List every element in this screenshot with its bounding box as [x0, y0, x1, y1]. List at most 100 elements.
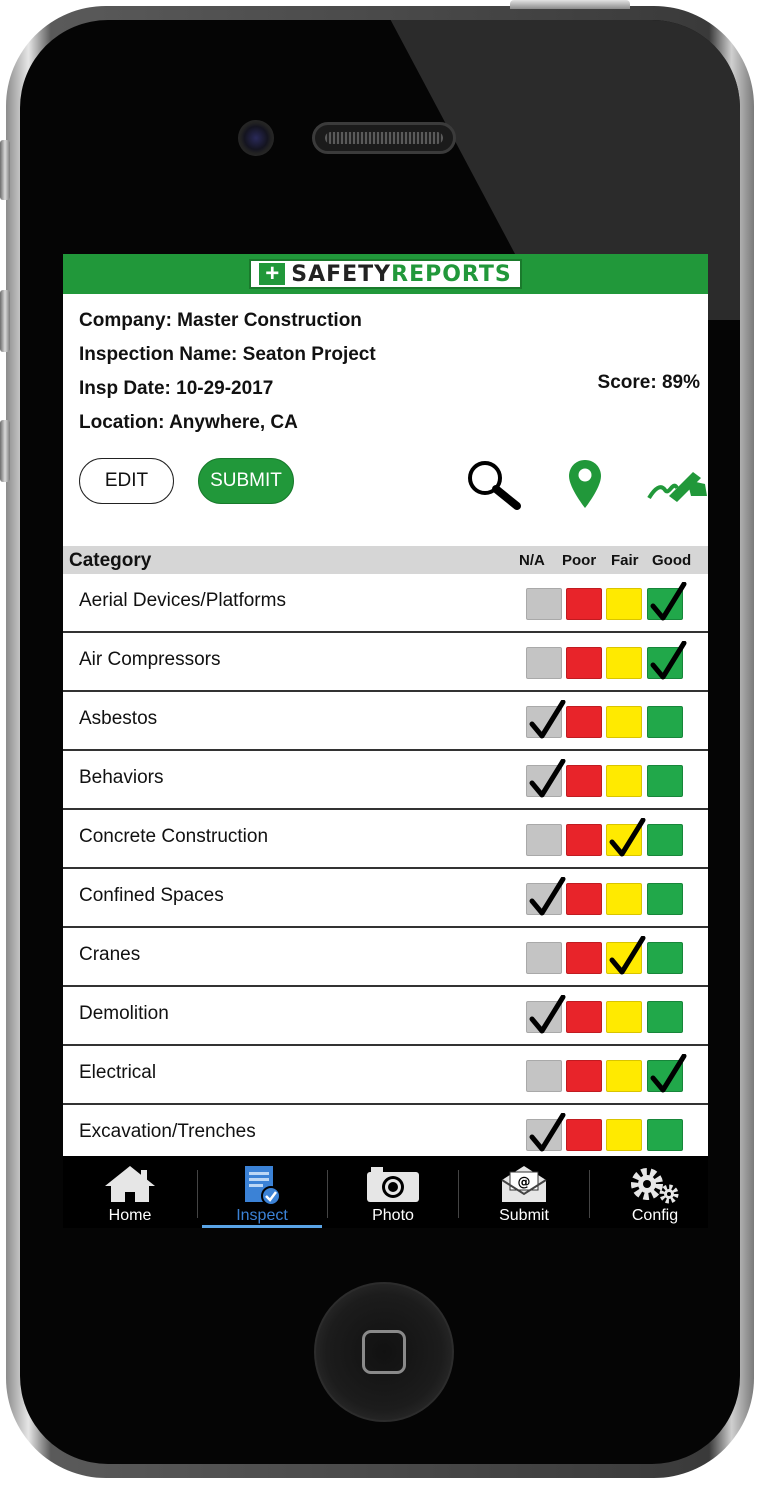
category-header: Category N/A Poor Fair Good	[63, 546, 708, 574]
rating-fair-checkbox[interactable]	[606, 883, 642, 915]
signature-icon[interactable]	[647, 466, 708, 502]
rating-fair-checkbox[interactable]	[606, 1119, 642, 1151]
checkmark-icon	[529, 700, 566, 739]
rating-fair-checkbox[interactable]	[606, 818, 646, 857]
rating-na-checkbox[interactable]	[526, 700, 566, 739]
rating-poor-checkbox[interactable]	[566, 1060, 602, 1092]
checkmark-icon	[650, 641, 687, 680]
gears-icon	[631, 1168, 679, 1204]
action-bar: EDIT SUBMIT	[79, 458, 708, 510]
search-icon[interactable]	[463, 460, 525, 510]
rating-good-checkbox[interactable]	[647, 641, 687, 680]
tab-photo[interactable]: Photo	[328, 1156, 458, 1228]
rating-good-checkbox[interactable]	[647, 1054, 687, 1093]
location-line: Location: Anywhere, CA	[79, 412, 298, 433]
rating-poor-checkbox[interactable]	[566, 883, 602, 915]
col-poor: Poor	[562, 552, 597, 569]
category-row: Air Compressors	[63, 633, 708, 692]
checkmark-icon	[609, 936, 646, 975]
rating-poor-checkbox[interactable]	[566, 1119, 602, 1151]
category-label: Demolition	[79, 1003, 169, 1024]
rating-good-checkbox[interactable]	[647, 1001, 683, 1033]
rating-fair-checkbox[interactable]	[606, 588, 642, 620]
envelope-icon: @	[501, 1166, 547, 1202]
rating-fair-checkbox[interactable]	[606, 765, 642, 797]
logo-text-safety: SAFETY	[291, 261, 392, 287]
tab-config[interactable]: Config	[590, 1156, 708, 1228]
app-header: + SAFETYREPORTS	[63, 254, 708, 294]
checkmark-icon	[529, 1113, 566, 1152]
home-hardware-button[interactable]	[314, 1282, 454, 1422]
rating-na-checkbox[interactable]	[526, 824, 562, 856]
rating-poor-checkbox[interactable]	[566, 765, 602, 797]
inspection-info: Company: Master Construction Inspection …	[63, 294, 708, 440]
home-square-icon	[362, 1330, 406, 1374]
volume-down-button	[0, 420, 10, 482]
tab-submit[interactable]: @ Submit	[459, 1156, 589, 1228]
inspection-name-line: Inspection Name: Seaton Project	[79, 344, 376, 365]
category-title: Category	[69, 550, 152, 571]
rating-na-checkbox[interactable]	[526, 588, 562, 620]
category-row: Concrete Construction	[63, 810, 708, 869]
rating-na-checkbox[interactable]	[526, 1060, 562, 1092]
category-label: Electrical	[79, 1062, 157, 1083]
rating-poor-checkbox[interactable]	[566, 647, 602, 679]
camera-icon	[367, 1167, 419, 1202]
submit-button[interactable]: SUBMIT	[198, 458, 294, 504]
rating-poor-checkbox[interactable]	[566, 706, 602, 738]
category-label: Cranes	[79, 944, 141, 965]
rating-good-checkbox[interactable]	[647, 582, 687, 621]
map-pin-icon[interactable]	[567, 458, 603, 510]
checkmark-icon	[529, 995, 566, 1034]
front-camera	[238, 120, 274, 156]
col-fair: Fair	[611, 552, 639, 569]
rating-na-checkbox[interactable]	[526, 647, 562, 679]
rating-na-checkbox[interactable]	[526, 995, 566, 1034]
col-good: Good	[652, 552, 692, 569]
category-label: Behaviors	[79, 767, 164, 788]
rating-na-checkbox[interactable]	[526, 942, 562, 974]
score-value: Score: 89%	[597, 372, 700, 393]
rating-good-checkbox[interactable]	[647, 706, 683, 738]
rating-good-checkbox[interactable]	[647, 883, 683, 915]
rating-fair-checkbox[interactable]	[606, 936, 646, 975]
tab-label-config: Config	[631, 1207, 679, 1224]
tab-inspect[interactable]: Inspect	[197, 1156, 327, 1228]
earpiece-speaker	[312, 122, 456, 154]
rating-na-checkbox[interactable]	[526, 759, 566, 798]
category-label: Asbestos	[79, 708, 158, 729]
rating-poor-checkbox[interactable]	[566, 588, 602, 620]
rating-good-checkbox[interactable]	[647, 942, 683, 974]
rating-good-checkbox[interactable]	[647, 1119, 683, 1151]
category-row: Confined Spaces	[63, 869, 708, 928]
rating-good-checkbox[interactable]	[647, 765, 683, 797]
category-row: Aerial Devices/Platforms	[63, 574, 708, 633]
rating-poor-checkbox[interactable]	[566, 824, 602, 856]
tab-home[interactable]: Home	[65, 1156, 195, 1228]
category-row: Demolition	[63, 987, 708, 1046]
mute-switch	[0, 140, 10, 200]
rating-good-checkbox[interactable]	[647, 824, 683, 856]
category-label: Concrete Construction	[79, 826, 269, 847]
checkmark-icon	[650, 582, 687, 621]
category-list: Aerial Devices/Platforms Air Compressors A…	[63, 574, 708, 1164]
rating-fair-checkbox[interactable]	[606, 1060, 642, 1092]
rating-na-checkbox[interactable]	[526, 1113, 566, 1152]
category-label: Aerial Devices/Platforms	[79, 590, 286, 611]
rating-fair-checkbox[interactable]	[606, 706, 642, 738]
rating-poor-checkbox[interactable]	[566, 1001, 602, 1033]
rating-poor-checkbox[interactable]	[566, 942, 602, 974]
rating-na-checkbox[interactable]	[526, 877, 566, 916]
logo-text-reports: REPORTS	[391, 261, 512, 287]
category-label: Confined Spaces	[79, 885, 224, 906]
home-icon	[105, 1166, 155, 1202]
tab-label-inspect: Inspect	[236, 1207, 288, 1224]
svg-text:@: @	[518, 1175, 531, 1190]
col-na: N/A	[519, 552, 545, 569]
checkmark-icon	[650, 1054, 687, 1093]
volume-up-button	[0, 290, 10, 352]
edit-button[interactable]: EDIT	[79, 458, 174, 504]
rating-fair-checkbox[interactable]	[606, 647, 642, 679]
rating-fair-checkbox[interactable]	[606, 1001, 642, 1033]
checkmark-icon	[609, 818, 646, 857]
